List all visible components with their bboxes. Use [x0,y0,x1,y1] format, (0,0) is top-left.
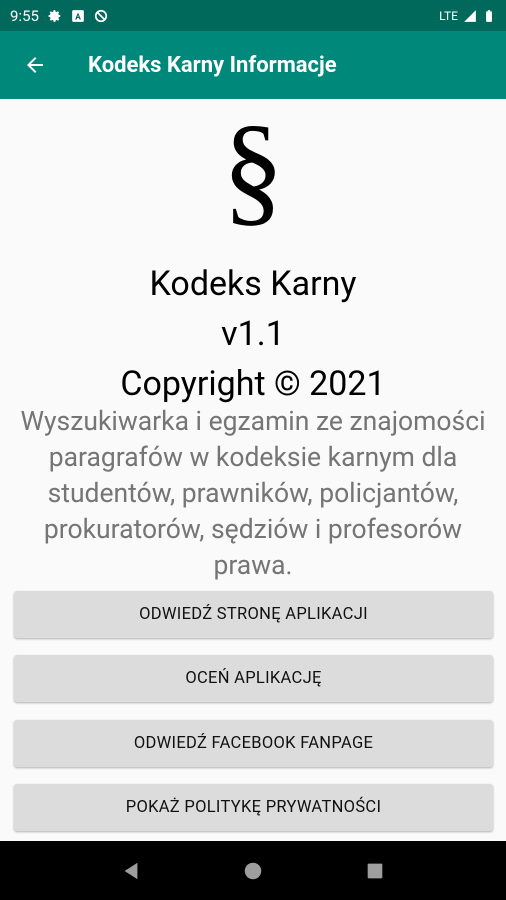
notification-a-icon [72,9,84,22]
signal-icon [464,9,476,22]
paragraph-logo: § [222,100,284,237]
app-name: Kodeks Karny [149,264,357,304]
status-left: 9:55 [10,7,108,25]
recents-square-icon [367,863,383,878]
nav-back-button[interactable] [111,851,151,891]
blocked-icon [94,9,108,22]
network-label: LTE [439,8,458,23]
home-circle-icon [244,862,262,879]
settings-icon [48,9,61,22]
arrow-back-icon [27,57,43,73]
status-time: 9:55 [10,6,39,25]
nav-home-button[interactable] [233,851,273,891]
nav-recents-button[interactable] [355,851,395,891]
app-copyright: Copyright © 2021 [120,364,386,404]
battery-icon [486,9,492,22]
back-button[interactable] [0,31,70,99]
app-version: v1.1 [221,314,285,354]
facebook-fanpage-button[interactable]: ODWIEDŹ FACEBOOK FANPAGE [14,720,493,767]
page-title: Kodeks Karny Informacje [88,52,337,78]
about-content: § Kodeks Karny v1.1 Copyright © 2021 Wys… [0,99,506,841]
status-right: LTE [439,9,496,23]
privacy-policy-button[interactable]: POKAŻ POLITYKĘ PRYWATNOŚCI [14,784,493,831]
back-triangle-icon [124,862,138,879]
app-info: Kodeks Karny v1.1 Copyright © 2021 [0,259,506,409]
app-description: Wyszukiwarka i egzamin ze znajomości par… [20,406,486,581]
navigation-bar [0,841,506,900]
status-bar: 9:55 LTE [0,0,506,31]
rate-app-button[interactable]: OCEŃ APLIKACJĘ [14,655,493,702]
app-bar: Kodeks Karny Informacje [0,31,506,99]
visit-site-button[interactable]: ODWIEDŹ STRONĘ APLIKACJI [14,591,493,638]
